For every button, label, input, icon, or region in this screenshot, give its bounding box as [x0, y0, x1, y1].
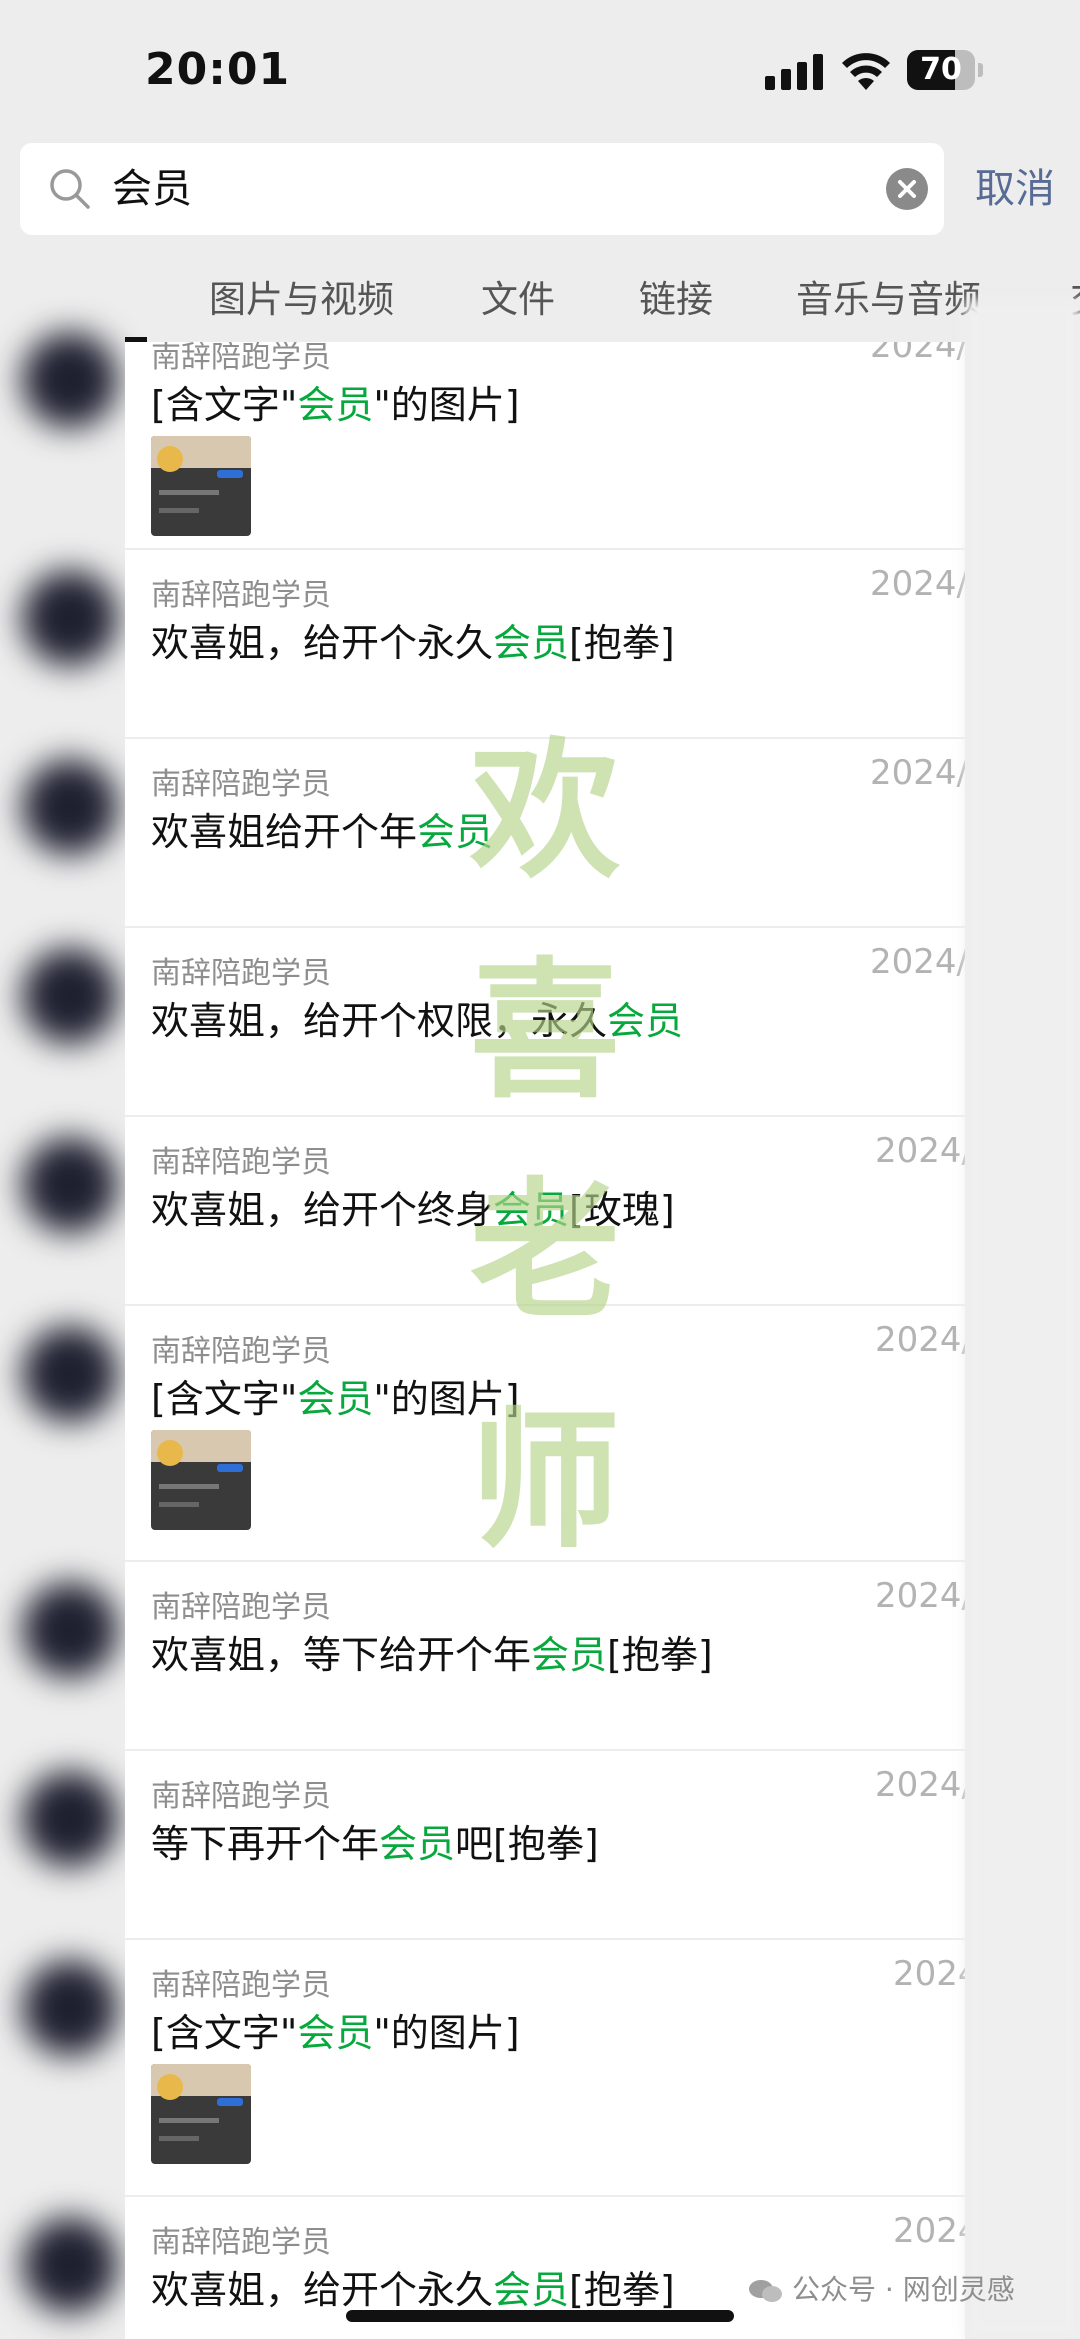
result-message: [含文字"会员"的图片] — [151, 383, 520, 427]
result-message: 等下再开个年会员吧[抱拳] — [151, 1822, 599, 1866]
result-message: [含文字"会员"的图片] — [151, 1377, 520, 1421]
home-indicator — [346, 2310, 734, 2322]
category-tabs: 图片与视频 文件 链接 音乐与音频 交 — [125, 262, 1080, 342]
result-date: 2024 — [893, 2211, 965, 2251]
result-row[interactable]: 南辞陪跑学员 2024/等下再开个年会员吧[抱拳] — [125, 1751, 965, 1940]
blurred-avatar — [22, 1960, 118, 2056]
result-sender: 南辞陪跑学员 — [151, 342, 331, 375]
result-date: 2024/ — [870, 753, 965, 793]
tab-links[interactable]: 链接 — [639, 262, 713, 338]
search-bar[interactable]: 会员 — [20, 143, 944, 235]
tab-images-videos[interactable]: 图片与视频 — [209, 262, 394, 338]
wechat-icon — [749, 2280, 782, 2302]
signal-icon — [765, 54, 823, 90]
wifi-icon — [842, 53, 890, 90]
result-sender: 南辞陪跑学员 — [151, 578, 331, 613]
tab-files[interactable]: 文件 — [481, 262, 555, 338]
footer-text: 公众号 · 网创灵感 — [792, 2273, 1015, 2306]
result-date: 2024/ — [875, 1131, 965, 1171]
blurred-avatar — [22, 1137, 118, 1233]
keyword-highlight: 会员 — [531, 1633, 608, 1677]
result-sender: 南辞陪跑学员 — [151, 1590, 331, 1625]
keyword-highlight: 会员 — [297, 2011, 374, 2055]
watermark-char: 师 — [470, 1393, 621, 1569]
search-input[interactable]: 会员 — [112, 143, 192, 235]
result-message: 欢喜姐给开个年会员 — [151, 810, 494, 854]
result-sender: 南辞陪跑学员 — [151, 1145, 331, 1180]
watermark-char: 喜 — [470, 943, 621, 1119]
result-date: 2024/ — [875, 1576, 965, 1616]
blurred-avatar — [22, 570, 118, 666]
image-thumbnail[interactable] — [151, 1430, 251, 1530]
tab-music-audio[interactable]: 音乐与音频 — [796, 262, 981, 338]
result-date: 2024/ — [875, 1320, 965, 1360]
keyword-highlight: 会员 — [297, 383, 374, 427]
blurred-avatar — [22, 1326, 118, 1422]
battery-level: 70 — [920, 52, 962, 87]
blurred-avatar — [22, 1582, 118, 1678]
image-thumbnail[interactable] — [151, 436, 251, 536]
status-time: 20:01 — [145, 44, 291, 95]
blurred-region — [965, 300, 1080, 2339]
watermark-char: 老 — [470, 1163, 621, 1339]
result-message: 欢喜姐，给开个永久会员[抱拳] — [151, 2268, 675, 2312]
keyword-highlight: 会员 — [379, 1822, 456, 1866]
battery-icon: 70 — [907, 50, 985, 90]
image-thumbnail[interactable] — [151, 2064, 251, 2164]
result-date: 2024/ — [870, 564, 965, 604]
result-sender: 南辞陪跑学员 — [151, 2225, 331, 2260]
blurred-avatar — [22, 948, 118, 1044]
keyword-highlight: 会员 — [493, 621, 570, 665]
clear-icon[interactable] — [886, 168, 928, 210]
result-date: 2024/ — [875, 1765, 965, 1805]
result-row[interactable]: 南辞陪跑学员 2024 [含文字"会员"的图片] — [125, 1940, 965, 2197]
blurred-avatar — [22, 332, 118, 428]
cancel-button[interactable]: 取消 — [975, 143, 1055, 235]
status-bar: 20:01 70 — [0, 0, 1080, 140]
result-date: 2024/ — [870, 942, 965, 982]
blurred-avatar — [22, 1771, 118, 1867]
result-message: 欢喜姐，等下给开个年会员[抱拳] — [151, 1633, 713, 1677]
result-sender: 南辞陪跑学员 — [151, 1968, 331, 2003]
result-sender: 南辞陪跑学员 — [151, 956, 331, 991]
result-date: 2024/ — [870, 342, 965, 366]
result-row[interactable]: 南辞陪跑学员 2024/ [含文字"会员"的图片] — [125, 342, 965, 550]
footer-credit: 公众号 · 网创灵感 — [748, 2268, 1015, 2308]
blurred-avatar — [22, 759, 118, 855]
result-sender: 南辞陪跑学员 — [151, 1334, 331, 1369]
result-row[interactable]: 南辞陪跑学员 2024/欢喜姐，等下给开个年会员[抱拳] — [125, 1562, 965, 1751]
result-message: [含文字"会员"的图片] — [151, 2011, 520, 2055]
blurred-avatar — [22, 2217, 118, 2313]
result-sender: 南辞陪跑学员 — [151, 1779, 331, 1814]
result-date: 2024 — [893, 1954, 965, 1994]
result-sender: 南辞陪跑学员 — [151, 767, 331, 802]
keyword-highlight: 会员 — [493, 2268, 570, 2312]
watermark-char: 欢 — [470, 723, 621, 899]
search-icon — [50, 169, 90, 209]
result-message: 欢喜姐，给开个永久会员[抱拳] — [151, 621, 675, 665]
keyword-highlight: 会员 — [297, 1377, 374, 1421]
